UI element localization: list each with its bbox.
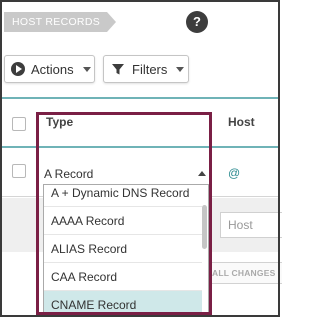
column-header-type: Type xyxy=(46,115,74,129)
option-cname-record[interactable]: CNAME Record xyxy=(44,291,202,313)
record-type-dropdown[interactable]: A + Dynamic DNS Record AAAA Record ALIAS… xyxy=(43,184,209,314)
actions-button[interactable]: Actions xyxy=(4,55,95,83)
caret-up-icon xyxy=(198,171,206,176)
host-input[interactable]: Host xyxy=(220,212,282,238)
column-header-host: Host xyxy=(228,115,255,129)
record-type-select[interactable]: A Record xyxy=(42,164,208,184)
option-aaaa-record[interactable]: AAAA Record xyxy=(44,207,202,235)
option-alias-record[interactable]: ALIAS Record xyxy=(44,235,202,263)
select-all-checkbox[interactable] xyxy=(12,117,26,131)
section-tag: HOST RECORDS xyxy=(4,12,116,32)
option-a-dynamic-dns-record[interactable]: A + Dynamic DNS Record xyxy=(44,185,202,207)
table-header-rule xyxy=(0,146,280,148)
caret-down-icon xyxy=(176,66,185,72)
row-checkbox[interactable] xyxy=(12,164,26,178)
actions-label: Actions xyxy=(31,61,74,77)
funnel-icon xyxy=(112,64,124,75)
help-icon[interactable]: ? xyxy=(186,11,208,33)
dropdown-scrollbar[interactable] xyxy=(202,205,207,249)
save-all-changes-button[interactable]: ALL CHANGES xyxy=(200,262,282,284)
option-caa-record[interactable]: CAA Record xyxy=(44,263,202,291)
filters-button[interactable]: Filters xyxy=(103,55,189,83)
table-top-rule xyxy=(0,97,280,99)
host-value: @ xyxy=(228,166,241,180)
selected-record-type: A Record xyxy=(44,167,94,181)
filters-label: Filters xyxy=(132,61,168,77)
caret-down-icon xyxy=(82,66,91,72)
play-circle-icon xyxy=(11,62,25,76)
